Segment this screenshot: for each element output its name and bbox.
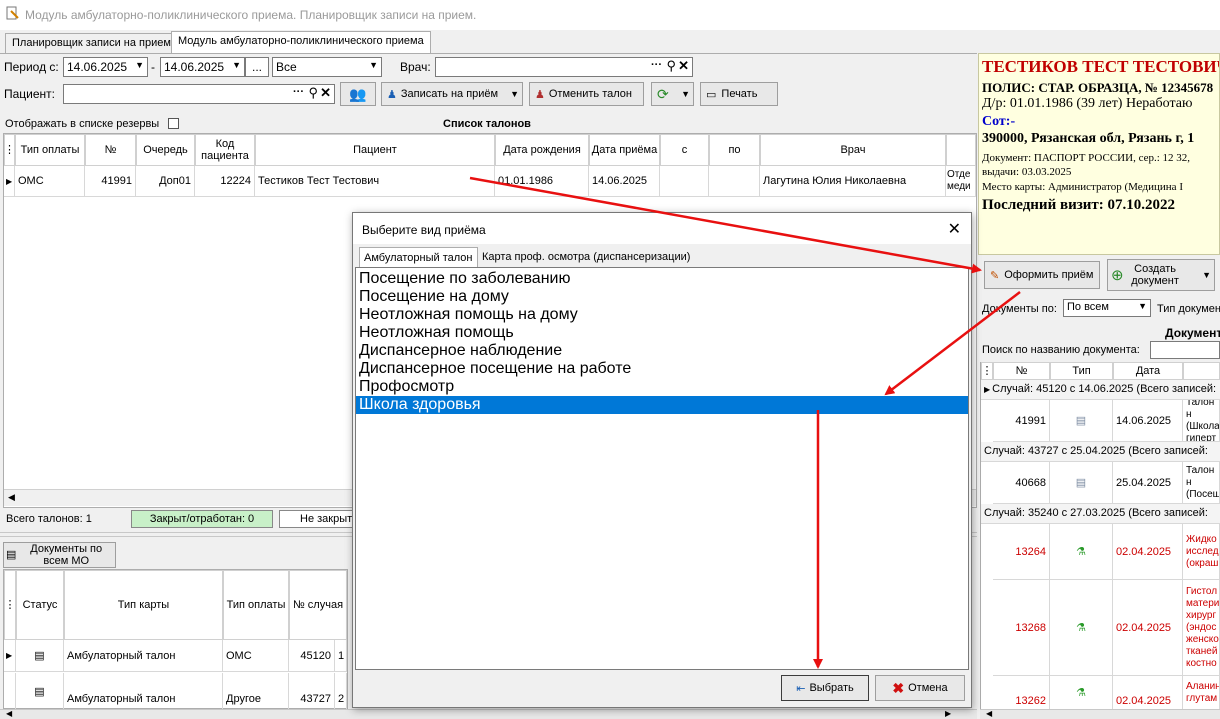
arrow-to-health-school — [884, 291, 1021, 396]
annotation-arrows — [469, 176, 1021, 669]
arrow-to-make-appointment — [469, 176, 982, 274]
